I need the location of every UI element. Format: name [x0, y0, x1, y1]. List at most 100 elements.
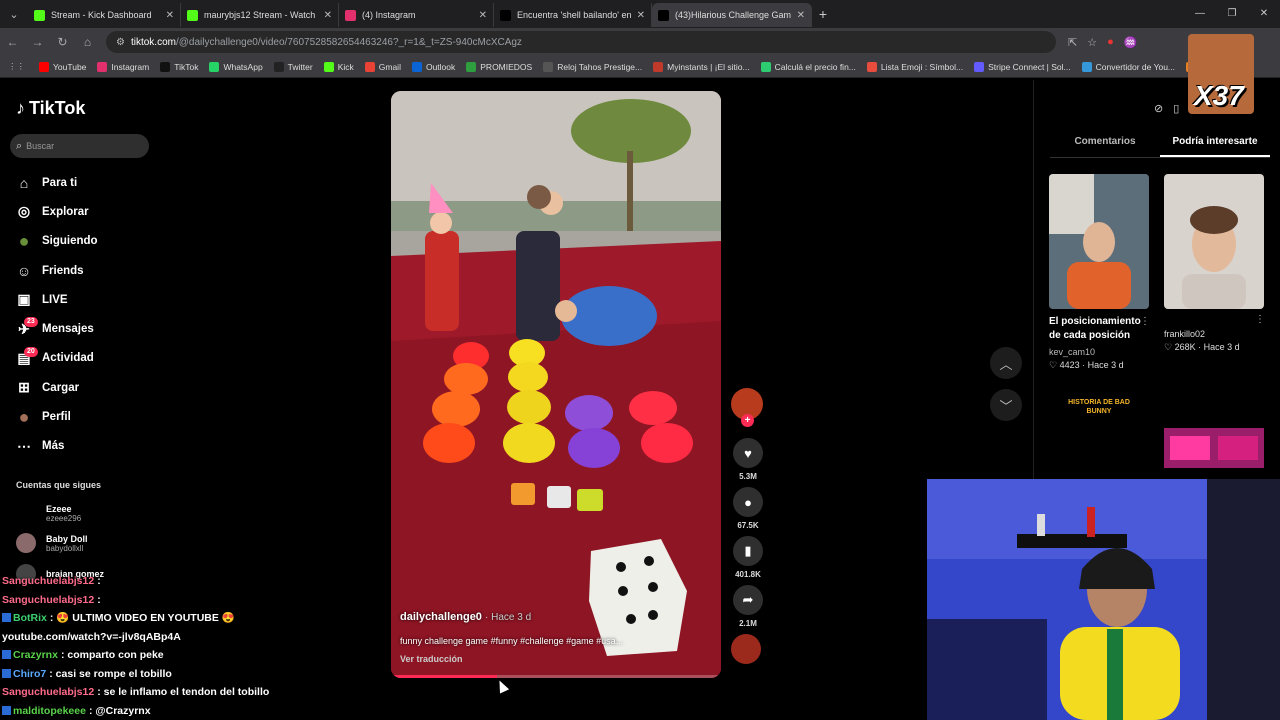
sidebar-item-siguiendo[interactable]: ● Siguiendo: [14, 227, 98, 256]
browser-tab[interactable]: (43)Hilarious Challenge Game ✕: [652, 3, 812, 27]
comment-action[interactable]: ● 67.5K: [731, 487, 765, 530]
bookmark[interactable]: Reloj Tahos Prestige...: [543, 61, 642, 72]
heart-icon[interactable]: ♥: [733, 438, 763, 468]
chat-message: youtube.com/watch?v=-jlv8qABp4A: [2, 628, 292, 647]
sidebar-item-mensajes[interactable]: ✈ 23 Mensajes: [14, 314, 98, 343]
apps-icon[interactable]: ⋮⋮: [8, 61, 25, 72]
comment-icon[interactable]: ●: [733, 487, 763, 517]
recommended-thumbnail-2[interactable]: [1164, 174, 1264, 309]
sidebar-item-cargar[interactable]: ⊞ Cargar: [14, 373, 98, 402]
bookmark-action[interactable]: ▮ 401.8K: [731, 536, 765, 579]
follow-plus-icon[interactable]: +: [741, 414, 754, 427]
bookmark[interactable]: Kick: [323, 61, 354, 72]
multiplier-overlay: X37: [1188, 34, 1254, 114]
link-icon[interactable]: ⊘: [1154, 102, 1163, 115]
close-tab-icon[interactable]: ✕: [797, 10, 805, 21]
bookmark[interactable]: Myinstants | ¡El sitio...: [653, 61, 750, 72]
bookmark[interactable]: Outlook: [411, 61, 455, 72]
music-disc[interactable]: [731, 634, 761, 664]
extension-red-icon[interactable]: ●: [1107, 36, 1114, 49]
bookmark[interactable]: Lista Emoji : Símbol...: [866, 61, 963, 72]
video-progress-bar[interactable]: [391, 675, 721, 678]
creator-avatar[interactable]: +: [731, 388, 763, 427]
chat-message: Sanguchuelabjs12:: [2, 572, 292, 591]
bookmark-favicon-icon: [466, 61, 477, 72]
bookmark[interactable]: Twitter: [273, 61, 313, 72]
sidebar-item-para-ti[interactable]: ⌂ Para ti: [14, 168, 98, 197]
browser-tab[interactable]: maurybjs12 Stream - Watch Live ✕: [181, 3, 339, 27]
back-button[interactable]: ←: [0, 35, 25, 49]
recommended-author-1[interactable]: kev_cam10: [1049, 347, 1095, 357]
recommended-thumbnail-4[interactable]: [1164, 392, 1264, 478]
sidebar-item-explorar[interactable]: ◎ Explorar: [14, 197, 98, 226]
tiktok-note-icon: ♪: [16, 98, 25, 118]
tab-search-button[interactable]: ⌄: [0, 0, 28, 28]
sidebar-item-actividad[interactable]: ▤ 20 Actividad: [14, 344, 98, 373]
tab-recommended[interactable]: Podría interesarte: [1160, 136, 1270, 157]
new-tab-button[interactable]: +: [812, 6, 834, 22]
sidebar-item-perfil[interactable]: ● Perfil: [14, 402, 98, 431]
sidebar-item-m-s[interactable]: ⋯ Más: [14, 432, 98, 461]
forward-button[interactable]: →: [25, 35, 50, 49]
heart-action[interactable]: ♥ 5.3M: [731, 438, 765, 481]
close-tab-icon[interactable]: ✕: [637, 10, 645, 21]
star-icon[interactable]: ☆: [1087, 36, 1097, 49]
sidebar-item-friends[interactable]: ☺ Friends: [14, 256, 98, 285]
browser-tab[interactable]: Encuentra 'shell bailando' en TikTok ✕: [494, 3, 652, 27]
chat-username: BotRix: [13, 612, 47, 624]
more-options-icon[interactable]: ⋮: [1140, 316, 1150, 327]
more-options-icon[interactable]: ⋮: [1255, 314, 1265, 325]
close-tab-icon[interactable]: ✕: [324, 10, 332, 21]
video-author[interactable]: dailychallenge0 · Hace 3 d: [400, 611, 531, 623]
translate-link[interactable]: Ver traducción: [400, 654, 463, 664]
webcam-overlay: [927, 479, 1280, 720]
reload-button[interactable]: ↻: [50, 35, 75, 49]
recommended-caption-1[interactable]: El posicionamiento de cada posición: [1049, 315, 1141, 343]
bookmark[interactable]: Stripe Connect | Sol...: [974, 61, 1071, 72]
panel-tabs: Comentarios Podría interesarte: [1050, 136, 1270, 158]
close-tab-icon[interactable]: ✕: [479, 10, 487, 21]
bookmark-icon[interactable]: ▮: [733, 536, 763, 566]
recommended-author-2[interactable]: frankillo02: [1164, 329, 1205, 339]
moderator-badge-icon: [2, 705, 11, 715]
search-input[interactable]: ⌕ Buscar: [10, 134, 149, 158]
bookmark[interactable]: TikTok: [160, 61, 198, 72]
sidebar-item-live[interactable]: ▣ LIVE: [14, 285, 98, 314]
video-player[interactable]: dailychallenge0 · Hace 3 d funny challen…: [391, 91, 721, 678]
chat-text: : 😍 ULTIMO VIDEO EN YOUTUBE 😍: [49, 612, 235, 624]
cast-icon[interactable]: ⇱: [1068, 36, 1077, 49]
share-action[interactable]: ➦ 2.1M: [731, 585, 765, 628]
url-input[interactable]: ⚙ tiktok.com/@dailychallenge0/video/7607…: [106, 31, 1056, 53]
minimize-button[interactable]: —: [1184, 0, 1216, 28]
extension-blue-icon[interactable]: ♒: [1124, 36, 1138, 49]
recommended-thumbnail-1[interactable]: [1049, 174, 1149, 309]
followed-account-ezeee[interactable]: Ezeee ezeee296: [16, 503, 81, 523]
more-icon: ⋯: [17, 437, 31, 454]
previous-video-button[interactable]: ︿: [990, 347, 1022, 379]
bookmark[interactable]: PROMIEDOS: [466, 61, 532, 72]
bookmark-label: Kick: [337, 61, 354, 72]
bookmark[interactable]: Gmail: [364, 61, 401, 72]
close-window-button[interactable]: ✕: [1248, 0, 1280, 28]
browser-tab[interactable]: (4) Instagram ✕: [339, 3, 494, 27]
tiktok-logo[interactable]: ♪ TikTok: [16, 98, 85, 119]
recommended-thumbnail-3[interactable]: HISTORIA DE BAD BUNNY: [1063, 392, 1135, 478]
restore-button[interactable]: ❐: [1216, 0, 1248, 28]
bookmark[interactable]: YouTube: [39, 61, 86, 72]
home-button[interactable]: ⌂: [75, 35, 100, 49]
browser-tab[interactable]: Stream - Kick Dashboard ✕: [28, 3, 181, 27]
bookmark[interactable]: Instagram: [97, 61, 149, 72]
next-video-button[interactable]: ﹀: [990, 389, 1022, 421]
bookmarks-bar: ⋮⋮ YouTube Instagram TikTok WhatsApp Twitter…: [0, 56, 1280, 78]
bot-badge-icon: [2, 613, 11, 622]
followed-account-baby-doll[interactable]: Baby Doll babydollxll: [16, 533, 88, 553]
bookmark[interactable]: WhatsApp: [209, 61, 263, 72]
phone-icon[interactable]: ▯: [1173, 102, 1179, 115]
close-tab-icon[interactable]: ✕: [166, 10, 174, 21]
tab-comments[interactable]: Comentarios: [1050, 136, 1160, 157]
bookmark[interactable]: Calculá el precio fin...: [760, 61, 856, 72]
share-icon[interactable]: ➦: [733, 585, 763, 615]
action-count: 67.5K: [737, 521, 759, 530]
site-info-icon[interactable]: ⚙: [116, 37, 125, 48]
bookmark[interactable]: Convertidor de You...: [1081, 61, 1175, 72]
